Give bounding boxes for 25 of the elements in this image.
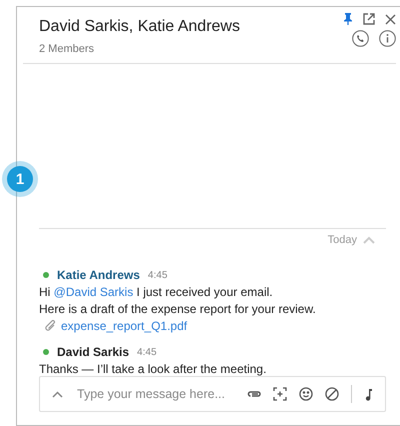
emoji-icon[interactable] [299, 387, 313, 401]
info-icon[interactable] [379, 30, 396, 47]
step-badge: 1 [7, 166, 33, 192]
message-text: Hi @David Sarkis I just received your email. [39, 285, 274, 299]
attachment-link[interactable]: expense_report_Q1.pdf [61, 319, 188, 333]
close-icon[interactable] [385, 14, 396, 24]
day-label: Today [328, 234, 357, 246]
mention-link[interactable]: @David Sarkis [54, 285, 134, 299]
block-icon[interactable] [325, 387, 339, 401]
message-time: 4:45 [137, 346, 157, 358]
phone-icon[interactable] [352, 30, 369, 47]
message-text: Thanks — I’ll take a look after the meeting. [39, 362, 268, 376]
message-text: Here is a draft of the expense report for your review. [39, 302, 317, 316]
author-name: Katie Andrews [57, 268, 140, 282]
message-time: 4:45 [148, 270, 168, 280]
chevron-icon[interactable] [52, 390, 63, 398]
paperclip-icon[interactable] [247, 390, 261, 398]
author-name: David Sarkis [57, 345, 130, 359]
member-count: 2 Members [39, 43, 96, 55]
paperclip-icon [45, 320, 56, 332]
pin-icon[interactable] [343, 13, 353, 25]
chat-title: David Sarkis, Katie Andrews [39, 18, 240, 36]
popout-icon[interactable] [363, 13, 375, 25]
music-note-icon[interactable] [364, 388, 373, 400]
screenshot-icon[interactable] [273, 387, 287, 401]
